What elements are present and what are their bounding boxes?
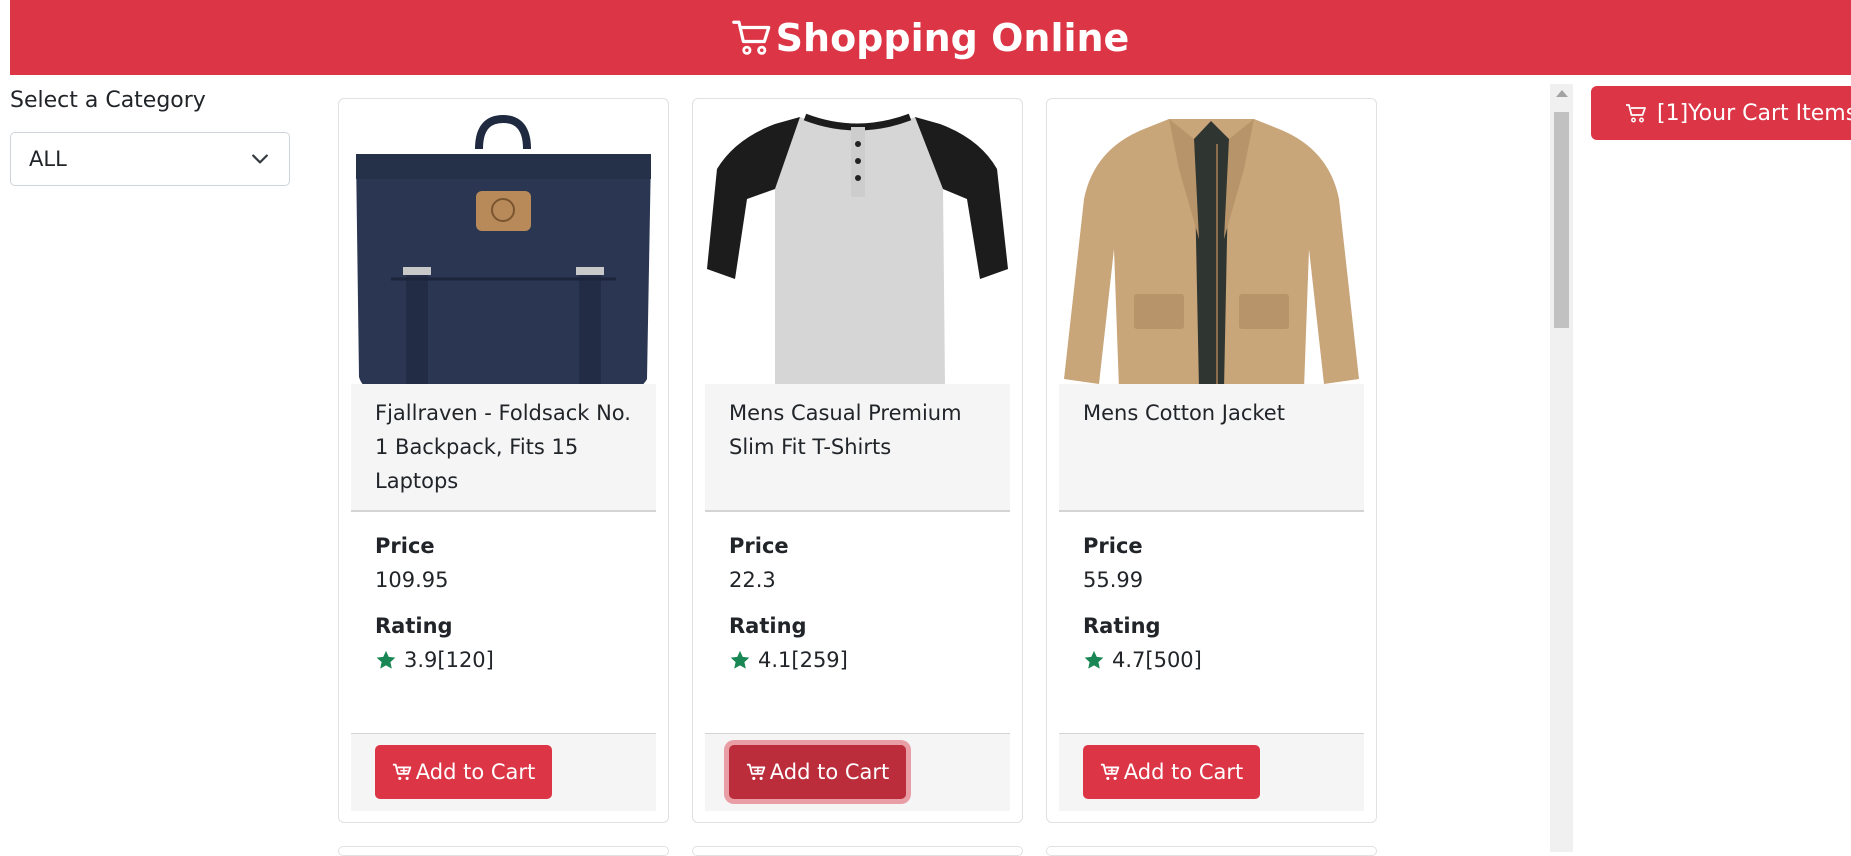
cart-icon (731, 20, 770, 55)
product-card-partial (692, 846, 1023, 856)
cart-items-button[interactable]: [1]Your Cart Items (1591, 86, 1851, 140)
product-image-tshirt (707, 113, 1008, 392)
product-image-jacket (1064, 119, 1359, 389)
product-image-backpack (356, 114, 651, 391)
product-details: Price 22.3 Rating 4.1[259] (729, 529, 999, 677)
price-label: Price (375, 534, 435, 558)
price-label: Price (1083, 534, 1143, 558)
card-footer: Add to Cart (1059, 733, 1364, 811)
scroll-up-arrow-icon[interactable] (1556, 90, 1568, 97)
product-card: Mens Casual Premium Slim Fit T-Shirts Pr… (692, 98, 1023, 823)
rating-label: Rating (1083, 614, 1161, 638)
cart-plus-icon (1100, 763, 1119, 780)
add-to-cart-label: Add to Cart (769, 760, 890, 784)
star-icon (376, 650, 396, 669)
rating-row: 4.7[500] (1083, 643, 1353, 677)
page-title: Shopping Online (775, 15, 1130, 60)
product-details: Price 55.99 Rating 4.7[500] (1083, 529, 1353, 677)
cart-items-label: [1]Your Cart Items (1657, 100, 1851, 126)
star-icon (730, 650, 750, 669)
product-title: Fjallraven - Foldsack No. 1 Backpack, Fi… (351, 384, 656, 512)
price-value: 109.95 (375, 568, 449, 592)
rating-value: 3.9[120] (404, 648, 494, 672)
add-to-cart-label: Add to Cart (415, 760, 536, 784)
scrollbar-thumb[interactable] (1554, 112, 1569, 328)
rating-row: 3.9[120] (375, 643, 645, 677)
card-footer: Add to Cart (351, 733, 656, 811)
cart-icon (1626, 104, 1646, 123)
category-select[interactable]: ALL (10, 132, 290, 186)
product-details: Price 109.95 Rating 3.9[120] (375, 529, 645, 677)
add-to-cart-label: Add to Cart (1123, 760, 1244, 784)
add-to-cart-button[interactable]: Add to Cart (375, 745, 552, 799)
product-title: Mens Cotton Jacket (1059, 384, 1364, 512)
product-card-partial (338, 846, 669, 856)
add-to-cart-button[interactable]: Add to Cart (729, 745, 906, 799)
add-to-cart-button[interactable]: Add to Cart (1083, 745, 1260, 799)
product-title: Mens Casual Premium Slim Fit T-Shirts (705, 384, 1010, 512)
category-label: Select a Category (10, 88, 206, 113)
cart-plus-icon (746, 763, 765, 780)
category-select-value: ALL (29, 147, 67, 171)
rating-row: 4.1[259] (729, 643, 999, 677)
price-value: 22.3 (729, 568, 776, 592)
product-card: Fjallraven - Foldsack No. 1 Backpack, Fi… (338, 98, 669, 823)
cart-plus-icon (392, 763, 411, 780)
rating-label: Rating (729, 614, 807, 638)
scrollbar[interactable] (1550, 84, 1573, 852)
star-icon (1084, 650, 1104, 669)
price-value: 55.99 (1083, 568, 1144, 592)
rating-value: 4.1[259] (758, 648, 848, 672)
product-card: Mens Cotton Jacket Price 55.99 Rating 4.… (1046, 98, 1377, 823)
chevron-down-icon (252, 154, 268, 164)
card-footer: Add to Cart (705, 733, 1010, 811)
price-label: Price (729, 534, 789, 558)
rating-label: Rating (375, 614, 453, 638)
site-header: Shopping Online (10, 0, 1851, 75)
product-card-partial (1046, 846, 1377, 856)
rating-value: 4.7[500] (1112, 648, 1202, 672)
